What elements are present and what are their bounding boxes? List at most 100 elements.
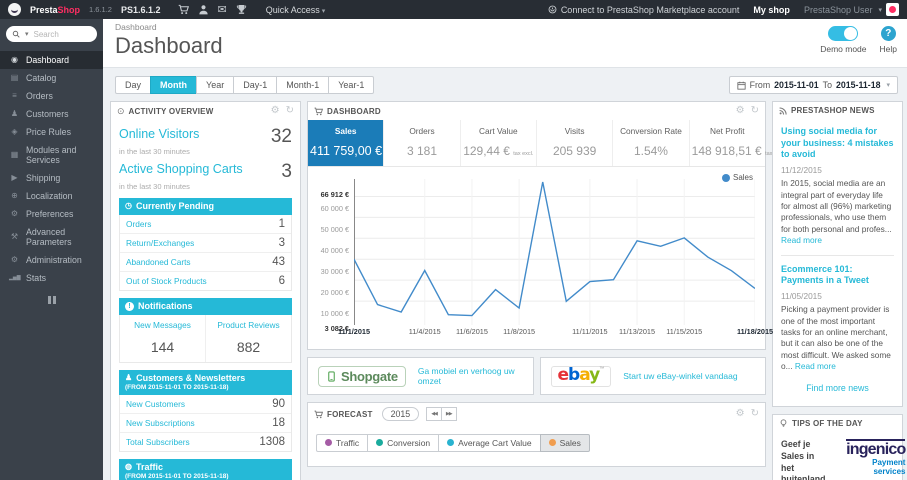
y-axis-tick: 50 000 € [320, 225, 349, 235]
online-visitors-link[interactable]: Online Visitors [119, 127, 199, 141]
sidebar-item-administration[interactable]: ⚙ Administration [0, 251, 103, 269]
chart-y-axis: 66 912 € 60 000 € 50 000 € 40 000 € 30 000 €… [308, 179, 354, 333]
out-of-stock-link[interactable]: Out of Stock Products [126, 276, 279, 286]
sidebar-item-price-rules[interactable]: ◈ Price Rules [0, 123, 103, 141]
sidebar-item-modules[interactable]: ▦ Modules and Services [0, 141, 103, 169]
read-more-link[interactable]: Read more [781, 235, 822, 245]
next-year-button[interactable]: ▶▶ [440, 407, 457, 421]
catalog-icon: ▤ [10, 73, 19, 82]
period-day-1-button[interactable]: Day-1 [233, 76, 278, 94]
toggle-conversion[interactable]: Conversion [367, 433, 440, 452]
conversion-dot-icon [376, 439, 384, 446]
notification-columns: New Messages 144 Product Reviews 882 [119, 315, 292, 363]
total-subscribers-link[interactable]: Total Subscribers [126, 437, 259, 447]
chart-x-axis: 11/1/2015 11/4/2015 11/6/2015 11/8/2015 11/1… [338, 327, 773, 339]
refresh-icon[interactable]: ↻ [751, 106, 759, 116]
kpi-cart-value[interactable]: Cart Value 129,44 € tax excl. [461, 120, 537, 166]
traffic-title: Traffic [135, 462, 163, 472]
notifications-section-header: ! Notifications [119, 298, 292, 315]
period-year-1-button[interactable]: Year-1 [328, 76, 375, 94]
ebay-promo-link[interactable]: Start uw eBay-winkel vandaag [623, 371, 737, 381]
chevron-down-icon: ▾ [321, 7, 326, 15]
sidebar-item-preferences[interactable]: ⚙ Preferences [0, 205, 103, 223]
x-axis-tick: 11/15/2015 [666, 327, 703, 336]
sidebar-item-shipping[interactable]: ▶ Shipping [0, 169, 103, 187]
active-carts-metric: Active Shopping Carts 3 [119, 162, 292, 181]
kpi-conversion-rate[interactable]: Conversion Rate 1.54% [613, 120, 690, 166]
find-more-news-link[interactable]: Find more news [781, 383, 894, 393]
period-month-button[interactable]: Month [150, 76, 198, 94]
date-range-button[interactable]: From 2015-11-01 To 2015-11-18 ▾ [728, 76, 898, 94]
kpi-value: 129,44 € [463, 144, 510, 158]
gear-icon[interactable]: ⚙ [736, 409, 745, 419]
toggle-sales[interactable]: Sales [539, 433, 590, 452]
sidebar-item-localization[interactable]: ⊕ Localization [0, 187, 103, 205]
kpi-orders[interactable]: Orders 3 181 [384, 120, 461, 166]
abandoned-carts-link[interactable]: Abandoned Carts [126, 257, 272, 267]
active-carts-value: 3 [281, 161, 292, 182]
period-year-button[interactable]: Year [196, 76, 235, 94]
new-messages-link[interactable]: New Messages [124, 320, 201, 330]
customers-icon[interactable] [198, 4, 209, 15]
y-axis-tick: 30 000 € [320, 267, 349, 277]
sidebar-item-advanced-parameters[interactable]: ⚒ Advanced Parameters [0, 223, 103, 251]
sidebar-item-label: Preferences [26, 209, 74, 219]
breadcrumb[interactable]: Dashboard [115, 22, 895, 32]
my-shop-link[interactable]: My shop [753, 5, 790, 15]
page-header: Dashboard Dashboard Demo mode ? Help [103, 19, 907, 68]
period-month-1-button[interactable]: Month-1 [276, 76, 330, 94]
sidebar-item-catalog[interactable]: ▤ Catalog [0, 69, 103, 87]
messages-envelope-icon[interactable]: ✉ [218, 3, 227, 16]
help-icon[interactable]: ? [880, 26, 896, 41]
x-axis-tick: 11/18/2015 [736, 327, 774, 336]
refresh-icon[interactable]: ↻ [751, 409, 759, 419]
table-row: Orders 1 [120, 215, 291, 234]
shopgate-promo-link[interactable]: Ga mobiel en verhoog uw omzet [418, 366, 523, 386]
toggle-traffic[interactable]: Traffic [316, 433, 369, 452]
news-article-title-link[interactable]: Ecommerce 101: Payments in a Tweet [781, 264, 894, 287]
trophy-icon[interactable] [236, 4, 247, 15]
marketplace-link-label: Connect to PrestaShop Marketplace accoun… [560, 4, 740, 15]
new-messages-cell[interactable]: New Messages 144 [120, 315, 205, 362]
active-carts-link[interactable]: Active Shopping Carts [119, 162, 243, 176]
sidebar-collapse-toggle[interactable] [0, 296, 103, 304]
gear-icon[interactable]: ⚙ [736, 106, 745, 116]
kpi-visits[interactable]: Visits 205 939 [537, 120, 614, 166]
sales-chart: 66 912 € 60 000 € 50 000 € 40 000 € 30 000 €… [308, 167, 773, 349]
kpi-net-profit[interactable]: Net Profit 148 918,51 € tax excl. [690, 120, 786, 166]
search-scope-caret-icon[interactable]: ▾ [25, 30, 29, 38]
sidebar-item-dashboard[interactable]: ◉ Dashboard [0, 51, 103, 69]
kpi-sales[interactable]: Sales 411 759,00 € tax excl. [308, 120, 406, 166]
dashboard-panel: DASHBOARD ⚙ ↻ Sales 411 759,00 € tax exc… [307, 101, 786, 350]
product-reviews-cell[interactable]: Product Reviews 882 [205, 315, 291, 362]
gear-icon[interactable]: ⚙ [271, 106, 280, 116]
refresh-icon[interactable]: ↻ [286, 106, 294, 116]
new-customers-link[interactable]: New Customers [126, 399, 272, 409]
prestashop-news-panel: PRESTASHOP NEWS Using social media for y… [772, 101, 903, 407]
period-day-button[interactable]: Day [115, 76, 152, 94]
read-more-link[interactable]: Read more [795, 361, 836, 371]
sidebar-item-stats[interactable]: ▂▅▇ Stats [0, 269, 103, 287]
kpi-strip: Sales 411 759,00 € tax excl. Orders 3 18… [308, 120, 786, 167]
sidebar-search[interactable]: ▾ [6, 26, 97, 42]
previous-year-button[interactable]: ◀◀ [426, 407, 442, 421]
new-subscriptions-link[interactable]: New Subscriptions [126, 418, 272, 428]
toggle-average-cart-value[interactable]: Average Cart Value [438, 433, 541, 452]
customers-section-header: ♟ Customers & Newsletters (FROM 2015-11-… [119, 370, 292, 395]
orders-link[interactable]: Orders [126, 219, 279, 229]
product-reviews-link[interactable]: Product Reviews [210, 320, 287, 330]
news-article-title-link[interactable]: Using social media for your business: 4 … [781, 126, 894, 161]
shop-name: PS1.6.1.2 [120, 4, 161, 15]
sidebar-item-orders[interactable]: ≡ Orders [0, 87, 103, 105]
demo-mode-toggle[interactable] [828, 26, 859, 41]
y-axis-tick: 66 912 € [320, 190, 349, 199]
notifications-title: Notifications [138, 301, 193, 311]
sidebar-item-label: Stats [26, 273, 47, 283]
quick-access-menu[interactable]: Quick Access ▾ [266, 5, 326, 15]
sidebar-item-customers[interactable]: ♟ Customers [0, 105, 103, 123]
marketplace-link[interactable]: Connect to PrestaShop Marketplace accoun… [548, 4, 740, 15]
cart-icon[interactable] [178, 4, 189, 15]
user-menu[interactable]: PrestaShop User ▾ [804, 3, 899, 16]
returns-link[interactable]: Return/Exchanges [126, 238, 279, 248]
search-input[interactable] [31, 28, 84, 40]
